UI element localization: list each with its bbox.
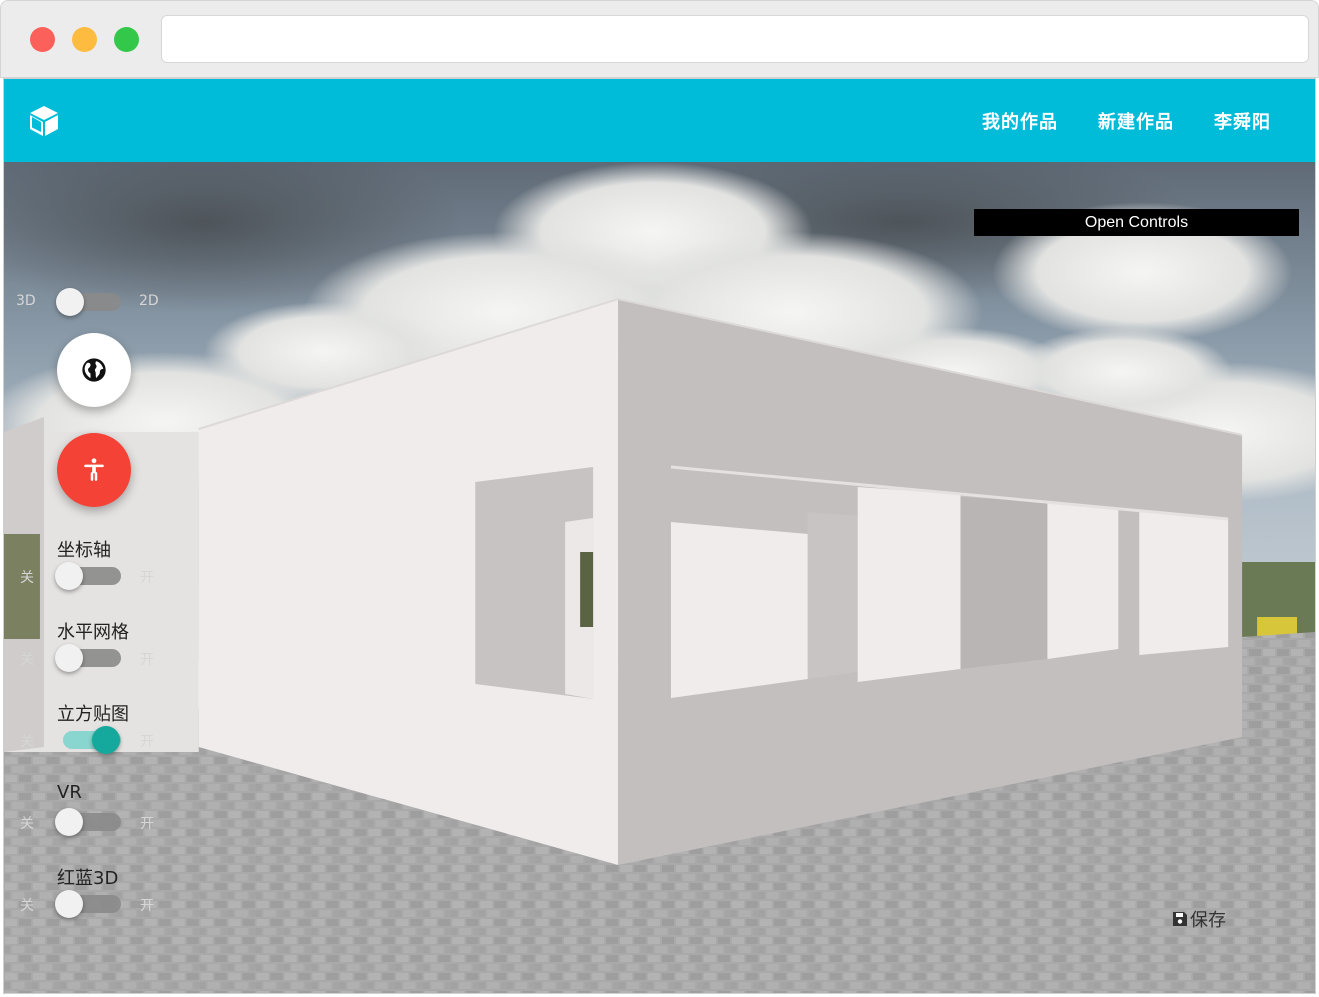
nav-user-name[interactable]: 李舜阳	[1214, 108, 1271, 134]
view-mode-knob[interactable]	[56, 288, 84, 316]
grid-toggle-title: 水平网格	[57, 622, 129, 643]
grid-toggle[interactable]: 关 开	[20, 643, 170, 673]
window-minimize-button[interactable]	[72, 27, 97, 52]
vr-toggle[interactable]: 关 开	[20, 807, 170, 837]
accessibility-person-icon	[84, 458, 104, 481]
grid-on-label: 开	[140, 652, 154, 668]
axes-knob[interactable]	[55, 562, 83, 590]
3d-viewport[interactable]: 3D 2D 坐标轴 关 开 水平网格 关 开 立方贴图 关 开 VR 关 开 红…	[4, 162, 1315, 994]
axes-on-label: 开	[140, 570, 154, 586]
cube-icon[interactable]	[26, 103, 62, 139]
globe-icon	[82, 358, 106, 382]
save-button[interactable]: 保存	[1172, 906, 1226, 932]
address-bar[interactable]	[161, 15, 1309, 63]
grid-off-label: 关	[20, 652, 34, 668]
axes-toggle[interactable]: 关 开	[20, 561, 170, 591]
anaglyph-toggle-title: 红蓝3D	[57, 868, 119, 889]
cubemap-knob[interactable]	[92, 726, 120, 754]
axes-toggle-title: 坐标轴	[57, 540, 111, 561]
vr-knob[interactable]	[55, 808, 83, 836]
cubemap-on-label: 开	[140, 734, 154, 750]
globe-button[interactable]	[57, 333, 131, 407]
axes-off-label: 关	[20, 570, 34, 586]
grid-knob[interactable]	[55, 644, 83, 672]
view-mode-2d-label: 2D	[139, 293, 159, 309]
nav-new-work[interactable]: 新建作品	[1098, 108, 1174, 134]
vr-toggle-title: VR	[57, 782, 82, 803]
3d-scene-render[interactable]	[4, 162, 1315, 994]
anaglyph-off-label: 关	[20, 898, 34, 914]
anaglyph-toggle[interactable]: 关 开	[20, 889, 170, 919]
main-nav: 我的作品 新建作品 李舜阳	[942, 79, 1271, 162]
vr-on-label: 开	[140, 816, 154, 832]
cubemap-off-label: 关	[20, 734, 34, 750]
browser-chrome	[0, 0, 1319, 78]
cubemap-toggle-title: 立方贴图	[57, 704, 129, 725]
view-mode-switch[interactable]: 3D 2D	[16, 287, 166, 317]
cubemap-toggle[interactable]: 关 开	[20, 725, 170, 755]
walk-mode-button[interactable]	[57, 433, 131, 507]
nav-my-works[interactable]: 我的作品	[982, 108, 1058, 134]
anaglyph-on-label: 开	[140, 898, 154, 914]
app-window: 我的作品 新建作品 李舜阳 3D 2D 坐标轴 关 开 水平网格 关 开 立方贴…	[3, 78, 1316, 994]
top-navigation-bar: 我的作品 新建作品 李舜阳	[4, 79, 1315, 162]
save-label: 保存	[1190, 910, 1226, 931]
window-maximize-button[interactable]	[114, 27, 139, 52]
window-close-button[interactable]	[30, 27, 55, 52]
view-mode-3d-label: 3D	[16, 293, 36, 309]
floppy-disk-icon	[1173, 912, 1187, 926]
vr-off-label: 关	[20, 816, 34, 832]
anaglyph-knob[interactable]	[55, 890, 83, 918]
open-controls-button[interactable]: Open Controls	[974, 209, 1299, 236]
